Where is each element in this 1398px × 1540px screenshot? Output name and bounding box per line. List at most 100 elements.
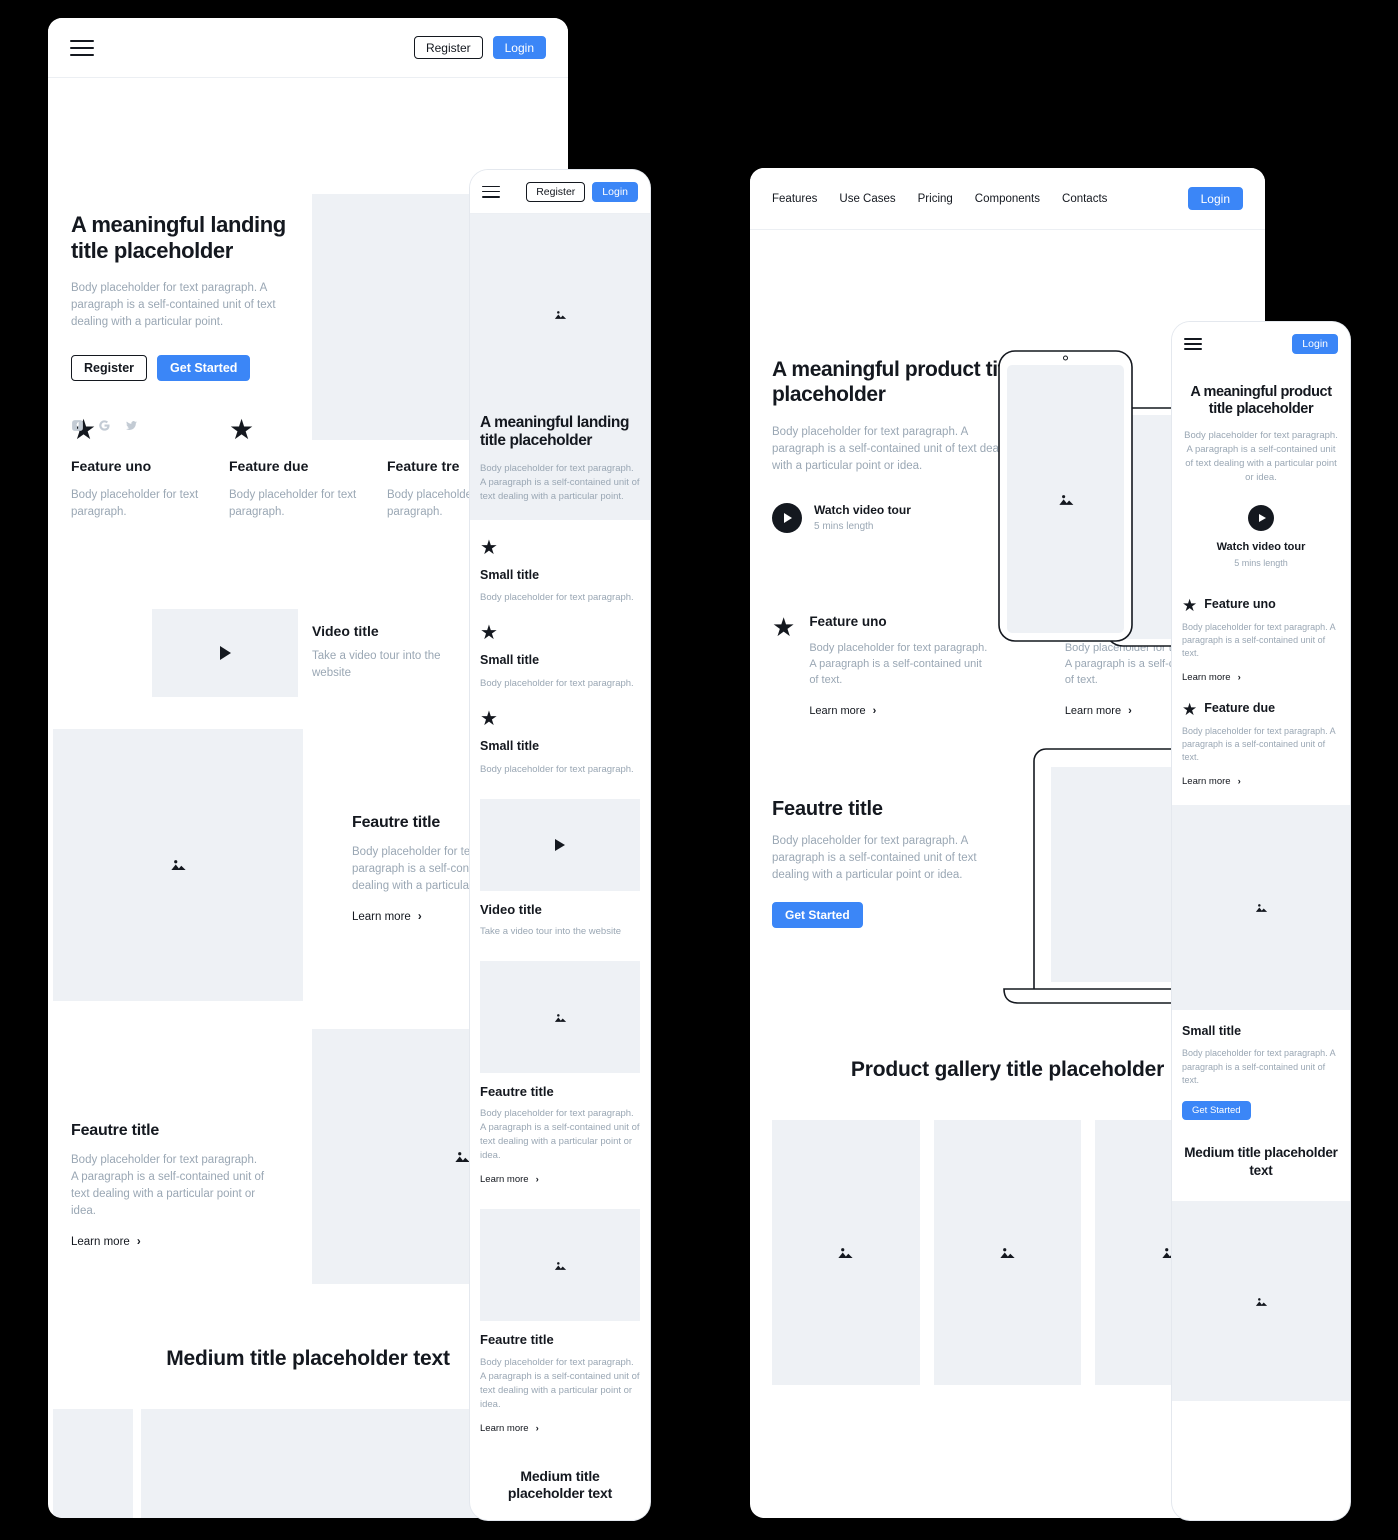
feature-block-copy: Feautre title Body placeholder for text … (772, 797, 1007, 928)
watch-copy: Watch video tour 5 mins length (814, 503, 911, 535)
chevron-right-icon: › (417, 910, 422, 923)
small-feature-item: ★ Small title Body placeholder for text … (470, 520, 650, 606)
mockup-product-mobile: Login A meaningful product title placeho… (1172, 322, 1350, 1520)
learn-more-link[interactable]: Learn more › (480, 1423, 539, 1434)
watch-title: Watch video tour (1216, 541, 1306, 554)
primary-nav: Features Use Cases Pricing Components Co… (772, 193, 1107, 205)
feature-block-body: Body placeholder for text paragraph. A p… (480, 1356, 640, 1410)
nav-actions: Register Login (413, 36, 546, 59)
nav-link-components[interactable]: Components (975, 193, 1040, 205)
watch-subtitle: 5 mins length (1234, 558, 1288, 569)
image-icon (170, 860, 186, 871)
chevron-right-icon: › (136, 1235, 141, 1248)
learn-more-link[interactable]: Learn more › (71, 1236, 141, 1248)
learn-more-label: Learn more (352, 910, 411, 923)
hamburger-menu-icon[interactable] (482, 185, 500, 198)
chevron-right-icon: › (1128, 704, 1132, 717)
learn-more-link[interactable]: Learn more › (809, 705, 876, 717)
twitter-icon[interactable] (125, 419, 138, 432)
learn-more-link[interactable]: Learn more › (1182, 776, 1241, 787)
play-circle-icon (772, 503, 802, 534)
video-body: Take a video tour into the website (312, 650, 441, 680)
small-feature-title: Small title (480, 653, 540, 668)
star-icon: ★ (1182, 595, 1198, 615)
learn-more-link[interactable]: Learn more › (1065, 705, 1132, 717)
watch-video-tour[interactable]: Watch video tour 5 mins length (772, 503, 1022, 535)
small-feature-item: ★ Small title Body placeholder for text … (470, 605, 650, 691)
watch-video-tour[interactable]: Watch video tour 5 mins length (1182, 505, 1340, 570)
mockup-stage: Register Login A meaningful landing titl… (0, 0, 1398, 1540)
learn-more-label: Learn more (809, 704, 866, 717)
hero-body: Body placeholder for text paragraph. A p… (1184, 430, 1338, 484)
login-button[interactable]: Login (492, 36, 546, 59)
small-feature-body: Body placeholder for text paragraph. (480, 763, 634, 775)
feature-block-body: Body placeholder for text paragraph. A p… (772, 834, 977, 881)
get-started-button[interactable]: Get Started (1182, 1101, 1251, 1121)
login-button[interactable]: Login (1292, 334, 1338, 354)
learn-more-link[interactable]: Learn more › (1182, 672, 1241, 683)
play-icon (219, 645, 231, 660)
image-icon (554, 1262, 566, 1270)
register-button[interactable]: Register (413, 36, 483, 59)
learn-more-label: Learn more (71, 1235, 130, 1248)
learn-more-label: Learn more (1182, 775, 1231, 787)
play-circle-icon (1248, 505, 1274, 532)
google-icon[interactable] (98, 419, 111, 432)
hero-image-placeholder (470, 214, 650, 414)
login-button[interactable]: Login (592, 181, 638, 202)
nav-link-features[interactable]: Features (772, 193, 817, 205)
learn-more-label: Learn more (1182, 671, 1231, 683)
feature-block-title: Feautre title (71, 1121, 160, 1139)
hero-copy: A meaningful landing title placeholder B… (71, 212, 311, 432)
video-thumbnail[interactable] (480, 798, 640, 891)
image-icon (838, 1248, 853, 1259)
star-icon: ★ (480, 536, 498, 559)
video-title: Video title (480, 901, 542, 917)
hamburger-menu-icon[interactable] (1184, 338, 1202, 350)
landing-desktop-topbar: Register Login (48, 18, 568, 78)
feature-block-title: Feautre title (480, 1084, 554, 1100)
nav-link-use-cases[interactable]: Use Cases (839, 193, 895, 205)
product-mobile-medium-title: Medium title placeholder text (1184, 1145, 1338, 1178)
landing-mobile-topbar: Register Login (470, 170, 650, 214)
video-copy: Video title Take a video tour into the w… (312, 623, 462, 683)
video-title: Video title (312, 622, 379, 639)
feature-copy: Feature uno Body placeholder for text pa… (809, 614, 987, 719)
nav-link-contacts[interactable]: Contacts (1062, 193, 1107, 205)
star-icon: ★ (480, 622, 498, 645)
chevron-right-icon: › (535, 1422, 539, 1434)
image-icon (1000, 1248, 1015, 1259)
hamburger-menu-icon[interactable] (70, 39, 94, 56)
feature-card: ★ Feature uno Body placeholder for text … (772, 614, 988, 719)
video-body: Take a video tour into the website (480, 925, 622, 937)
mockup-landing-mobile: Register Login A meaningful landing titl… (470, 170, 650, 1520)
get-started-button[interactable]: Get Started (772, 901, 863, 928)
chevron-right-icon: › (535, 1174, 539, 1186)
register-button[interactable]: Register (526, 181, 586, 202)
nav-link-pricing[interactable]: Pricing (918, 193, 953, 205)
feature-body: Body placeholder for text paragraph. A p… (809, 641, 988, 687)
learn-more-link[interactable]: Learn more › (480, 1174, 539, 1185)
hero-body: Body placeholder for text paragraph. A p… (480, 462, 640, 502)
image-icon (1255, 1297, 1267, 1306)
learn-more-label: Learn more (480, 1174, 529, 1186)
hero-copy: A meaningful product title placeholder B… (772, 358, 1022, 534)
landing-mobile-video-block: Video title Take a video tour into the w… (480, 798, 640, 939)
hero-get-started-button[interactable]: Get Started (157, 354, 251, 381)
feature-title: Feature uno (1204, 597, 1276, 612)
facebook-icon[interactable] (71, 419, 84, 432)
landing-mobile-hero: A meaningful landing title placeholder B… (470, 214, 650, 520)
image-icon (1255, 903, 1267, 912)
login-button[interactable]: Login (1187, 187, 1243, 210)
star-icon: ★ (480, 708, 498, 731)
small-feature-item: ★ Small title Body placeholder for text … (470, 691, 650, 777)
feature-body: Body placeholder for text paragraph. A p… (1182, 621, 1336, 659)
feature-block-title: Feautre title (772, 797, 883, 820)
learn-more-link[interactable]: Learn more › (352, 911, 422, 923)
product-desktop-topbar: Features Use Cases Pricing Components Co… (750, 168, 1265, 230)
video-thumbnail[interactable] (152, 608, 298, 697)
feature-block-title: Feautre title (480, 1332, 554, 1348)
feature-image-placeholder (53, 728, 303, 1001)
hero-register-button[interactable]: Register (71, 354, 148, 381)
feature-block-body: Body placeholder for text paragraph. A p… (71, 1153, 265, 1217)
